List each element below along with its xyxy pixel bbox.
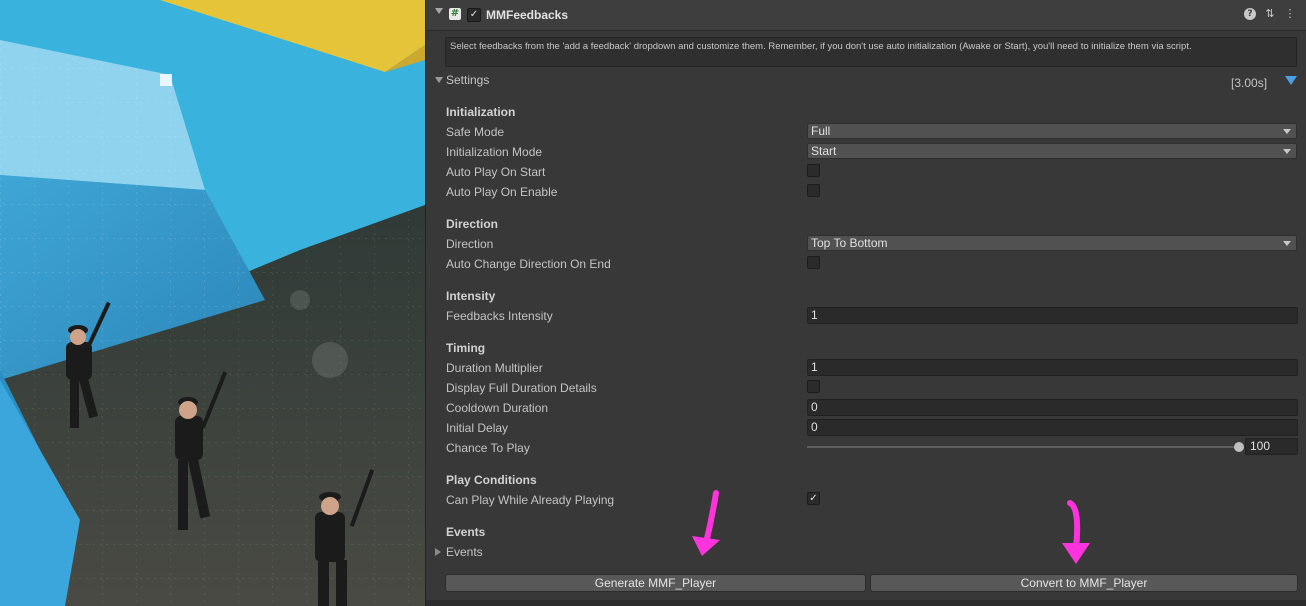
- feedbacks-intensity-field[interactable]: 1: [807, 307, 1298, 324]
- section-timing: Timing: [446, 341, 486, 355]
- initial-delay-field[interactable]: 0: [807, 419, 1298, 436]
- help-icon[interactable]: ?: [1244, 8, 1256, 20]
- direction-value: Top To Bottom: [811, 236, 888, 250]
- chance-to-play-slider-handle[interactable]: [1234, 442, 1244, 452]
- duration-multiplier-label: Duration Multiplier: [446, 361, 543, 375]
- chance-to-play-field[interactable]: 100: [1245, 438, 1298, 455]
- inspector-panel: # ✓ MMFeedbacks ? ⇅ ⋮ Select feedbacks f…: [425, 0, 1306, 606]
- generate-mmf-player-button[interactable]: Generate MMF_Player: [445, 574, 866, 592]
- section-intensity: Intensity: [446, 289, 496, 303]
- display-full-duration-label: Display Full Duration Details: [446, 381, 597, 395]
- chance-to-play-label: Chance To Play: [446, 441, 530, 455]
- display-full-duration-checkbox[interactable]: [807, 380, 820, 393]
- safe-mode-label: Safe Mode: [446, 125, 505, 139]
- component-enable-toggle[interactable]: ✓: [467, 8, 481, 22]
- total-duration: [3.00s]: [1231, 76, 1268, 90]
- dropdown-arrow-icon: [1283, 149, 1291, 154]
- initialization-mode-label: Initialization Mode: [446, 145, 543, 159]
- kebab-menu-icon[interactable]: ⋮: [1284, 8, 1296, 20]
- auto-play-on-enable-label: Auto Play On Enable: [446, 185, 558, 199]
- section-initialization: Initialization: [446, 105, 516, 119]
- chance-to-play-slider[interactable]: [807, 446, 1239, 448]
- inspector-bottom-bar: [426, 600, 1306, 606]
- auto-play-on-start-label: Auto Play On Start: [446, 165, 546, 179]
- presets-icon[interactable]: ⇅: [1264, 8, 1276, 20]
- auto-play-on-enable-checkbox[interactable]: [807, 184, 820, 197]
- direction-dropdown[interactable]: Top To Bottom: [807, 235, 1297, 251]
- auto-change-direction-label: Auto Change Direction On End: [446, 257, 611, 271]
- can-play-while-playing-checkbox[interactable]: ✓: [807, 492, 820, 505]
- info-help-box: Select feedbacks from the 'add a feedbac…: [445, 37, 1297, 67]
- initialization-mode-value: Start: [811, 144, 837, 158]
- scene-render: [0, 0, 425, 606]
- safe-mode-dropdown[interactable]: Full: [807, 123, 1297, 139]
- can-play-while-playing-label: Can Play While Already Playing: [446, 493, 615, 507]
- cooldown-duration-label: Cooldown Duration: [446, 401, 549, 415]
- dropdown-arrow-icon: [1283, 241, 1291, 246]
- auto-play-on-start-checkbox[interactable]: [807, 164, 820, 177]
- dropdown-arrow-icon: [1283, 129, 1291, 134]
- annotation-arrow-icon: [1062, 500, 1090, 564]
- header-foldout-arrow-icon[interactable]: [435, 8, 443, 14]
- section-events: Events: [446, 525, 486, 539]
- component-title: MMFeedbacks: [486, 8, 569, 22]
- initialization-mode-dropdown[interactable]: Start: [807, 143, 1297, 159]
- convert-to-mmf-player-button[interactable]: Convert to MMF_Player: [870, 574, 1298, 592]
- safe-mode-value: Full: [811, 124, 831, 138]
- section-play-conditions: Play Conditions: [446, 473, 537, 487]
- script-icon: #: [449, 8, 461, 20]
- direction-label: Direction: [446, 237, 494, 251]
- duration-multiplier-field[interactable]: 1: [807, 359, 1298, 376]
- settings-foldout-arrow-icon[interactable]: [435, 77, 443, 83]
- scene-view[interactable]: [0, 0, 425, 606]
- events-foldout-arrow-icon[interactable]: [435, 548, 441, 556]
- settings-label: Settings: [446, 73, 490, 87]
- component-header[interactable]: # ✓ MMFeedbacks ? ⇅ ⋮: [426, 0, 1306, 31]
- events-foldout-label: Events: [446, 545, 483, 559]
- feedbacks-intensity-label: Feedbacks Intensity: [446, 309, 553, 323]
- section-direction: Direction: [446, 217, 499, 231]
- initial-delay-label: Initial Delay: [446, 421, 509, 435]
- annotation-arrow-icon: [692, 490, 720, 556]
- cooldown-duration-field[interactable]: 0: [807, 399, 1298, 416]
- auto-change-direction-checkbox[interactable]: [807, 256, 820, 269]
- debug-foldout-triangle-icon[interactable]: [1285, 76, 1297, 85]
